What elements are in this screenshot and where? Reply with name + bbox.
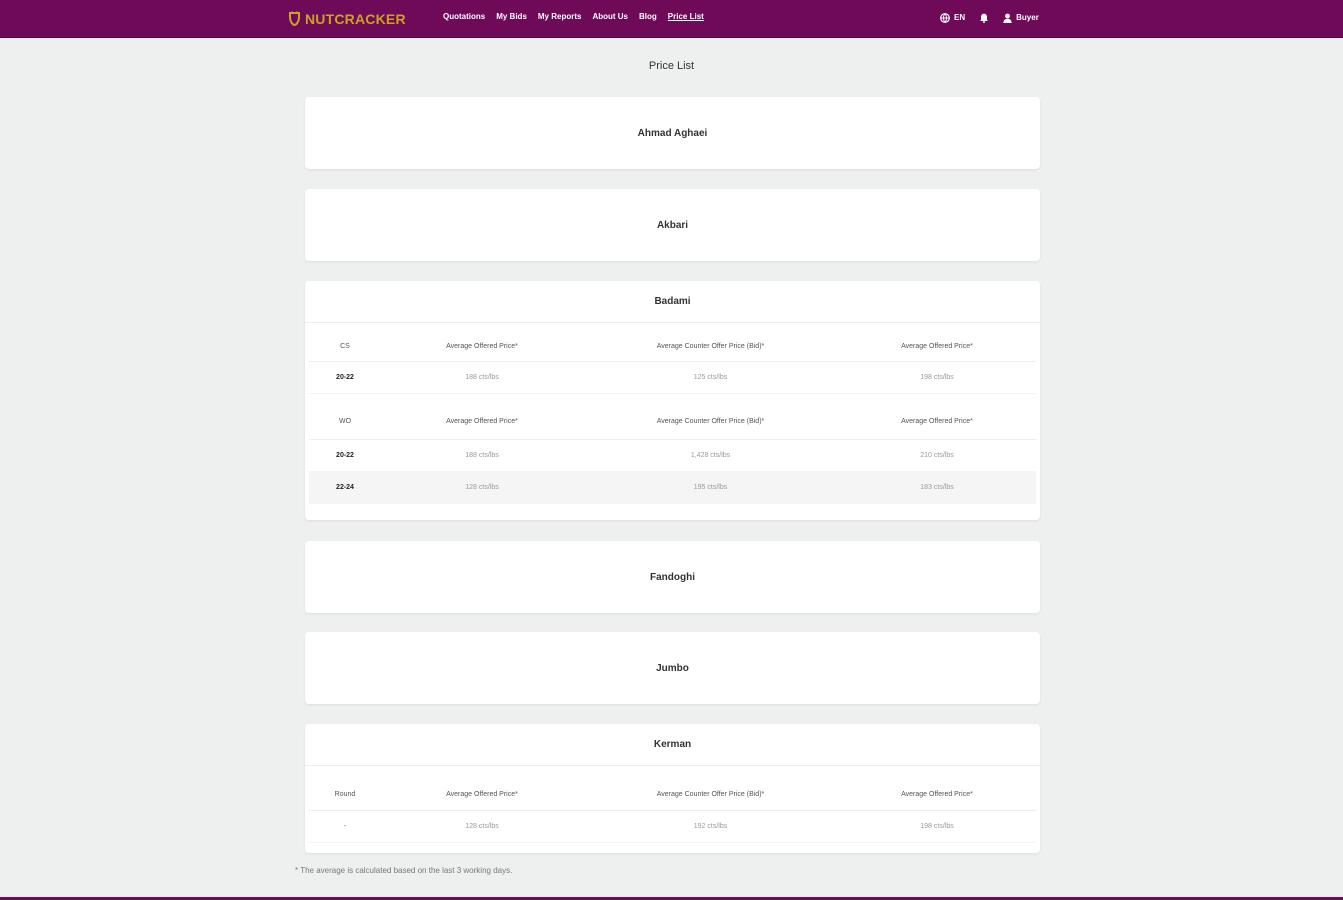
category-header[interactable]: Badami	[305, 281, 1040, 323]
price-cell: 198 cts/lbs	[838, 810, 1036, 843]
category-card-ahmad-aghaei[interactable]: Ahmad Aghaei	[305, 97, 1040, 169]
page-title: Price List	[648, 60, 695, 72]
table-header-row: Round Average Offered Price* Average Cou…	[309, 766, 1036, 811]
nav-about-us[interactable]: About Us	[592, 12, 628, 21]
price-cell: 188 cts/lbs	[381, 361, 583, 394]
table-row: 20-22 188 cts/lbs 125 cts/lbs 198 cts/lb…	[309, 361, 1036, 394]
size-cell: 22-24	[309, 471, 381, 504]
user-label: Buyer	[1016, 13, 1039, 22]
column-header: Average Offered Price*	[381, 323, 583, 362]
column-header: Round	[309, 766, 381, 811]
price-table-cs: CS Average Offered Price* Average Counte…	[309, 323, 1036, 394]
user-menu[interactable]: Buyer	[1003, 13, 1039, 23]
price-cell: 210 cts/lbs	[838, 439, 1036, 472]
price-cell: 192 cts/lbs	[583, 810, 838, 843]
category-title: Jumbo	[656, 662, 689, 674]
category-card-akbari[interactable]: Akbari	[305, 189, 1040, 261]
price-cell: 195 cts/lbs	[583, 471, 838, 504]
nav-my-bids[interactable]: My Bids	[496, 12, 527, 21]
table-header-row: CS Average Offered Price* Average Counte…	[309, 323, 1036, 362]
price-table-wo: WO Average Offered Price* Average Counte…	[309, 393, 1036, 504]
nav-my-reports[interactable]: My Reports	[538, 12, 582, 21]
price-cell: 183 cts/lbs	[838, 471, 1036, 504]
language-selector[interactable]: EN	[940, 12, 966, 23]
brand-logo[interactable]: NUTCRACKER	[288, 9, 406, 29]
category-title: Akbari	[656, 219, 689, 231]
column-header: Average Offered Price*	[838, 766, 1036, 811]
price-cell: 128 cts/lbs	[381, 471, 583, 504]
top-navbar: NUTCRACKER Quotations My Bids My Reports…	[0, 0, 1343, 38]
nav-quotations[interactable]: Quotations	[443, 12, 485, 21]
user-icon	[1003, 13, 1012, 23]
category-card-kerman: Kerman Round Average Offered Price* Aver…	[305, 724, 1040, 853]
brand-name: NUTCRACKER	[305, 11, 406, 27]
column-header: Average Offered Price*	[838, 323, 1036, 362]
table-row: - 128 cts/lbs 192 cts/lbs 198 cts/lbs	[309, 810, 1036, 843]
column-header: Average Counter Offer Price (Bid)*	[583, 323, 838, 362]
size-cell: 20-22	[309, 439, 381, 472]
category-card-badami: Badami CS Average Offered Price* Average…	[305, 281, 1040, 520]
table-header-row: WO Average Offered Price* Average Counte…	[309, 393, 1036, 440]
footnote: * The average is calculated based on the…	[295, 866, 513, 875]
column-header: Average Offered Price*	[381, 766, 583, 811]
category-title: Ahmad Aghaei	[637, 127, 708, 139]
column-header: Average Counter Offer Price (Bid)*	[583, 393, 838, 440]
language-label: EN	[954, 13, 966, 22]
globe-icon	[940, 12, 950, 23]
table-row: 22-24 128 cts/lbs 195 cts/lbs 183 cts/lb…	[309, 471, 1036, 504]
column-header: Average Offered Price*	[381, 393, 583, 440]
main-nav: Quotations My Bids My Reports About Us B…	[443, 12, 704, 21]
nut-icon	[289, 11, 300, 27]
price-cell: 128 cts/lbs	[381, 810, 583, 843]
category-card-jumbo[interactable]: Jumbo	[305, 632, 1040, 704]
size-cell: -	[309, 810, 381, 843]
column-header: CS	[309, 323, 381, 362]
category-title: Badami	[654, 296, 691, 307]
price-cell: 198 cts/lbs	[838, 361, 1036, 394]
category-header[interactable]: Kerman	[305, 724, 1040, 766]
header-tools: EN Buyer	[940, 12, 1039, 23]
bell-icon	[980, 13, 989, 23]
notifications-button[interactable]	[979, 12, 989, 23]
nav-blog[interactable]: Blog	[639, 12, 657, 21]
nav-price-list[interactable]: Price List	[668, 12, 704, 21]
price-cell: 1,428 cts/lbs	[583, 439, 838, 472]
column-header: Average Offered Price*	[838, 393, 1036, 440]
price-cell: 188 cts/lbs	[381, 439, 583, 472]
table-row: 20-22 188 cts/lbs 1,428 cts/lbs 210 cts/…	[309, 439, 1036, 472]
column-header: Average Counter Offer Price (Bid)*	[583, 766, 838, 811]
category-card-fandoghi[interactable]: Fandoghi	[305, 541, 1040, 613]
price-cell: 125 cts/lbs	[583, 361, 838, 394]
column-header: WO	[309, 393, 381, 440]
price-table-round: Round Average Offered Price* Average Cou…	[309, 766, 1036, 843]
size-cell: 20-22	[309, 361, 381, 394]
category-title: Fandoghi	[650, 571, 695, 583]
category-title: Kerman	[653, 739, 692, 750]
